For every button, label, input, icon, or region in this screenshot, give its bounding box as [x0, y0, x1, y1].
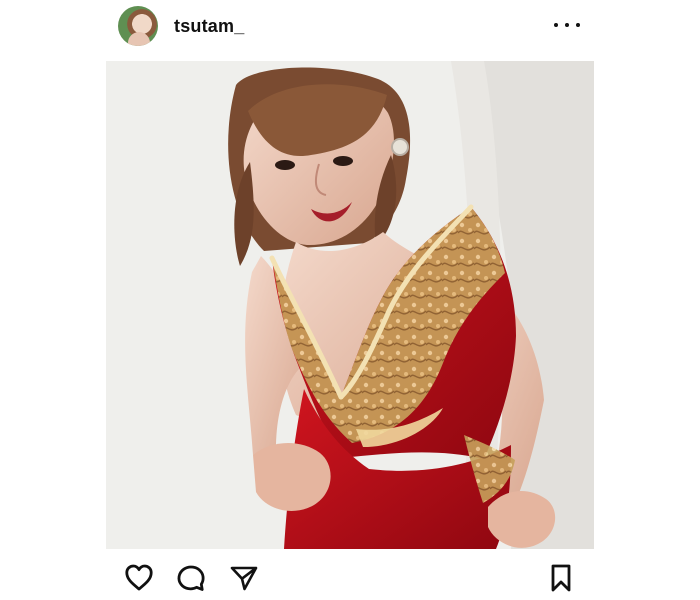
more-options-dot	[565, 23, 569, 27]
bookmark-icon	[551, 564, 571, 592]
username-link[interactable]: tsutam_	[174, 16, 244, 37]
comment-icon	[177, 565, 205, 591]
share-button[interactable]	[228, 562, 260, 594]
profile-avatar[interactable]	[118, 6, 158, 46]
save-button[interactable]	[545, 562, 577, 594]
post-photo[interactable]	[106, 61, 594, 549]
more-options-dot	[576, 23, 580, 27]
more-options-dot	[554, 23, 558, 27]
post-header: tsutam_	[106, 0, 594, 56]
more-options-button[interactable]	[554, 12, 580, 38]
like-button[interactable]	[123, 562, 155, 594]
comment-button[interactable]	[175, 562, 207, 594]
post-action-bar	[106, 558, 594, 600]
post-photo-illustration	[106, 61, 594, 549]
paper-plane-icon	[230, 566, 258, 591]
heart-icon	[125, 564, 153, 591]
